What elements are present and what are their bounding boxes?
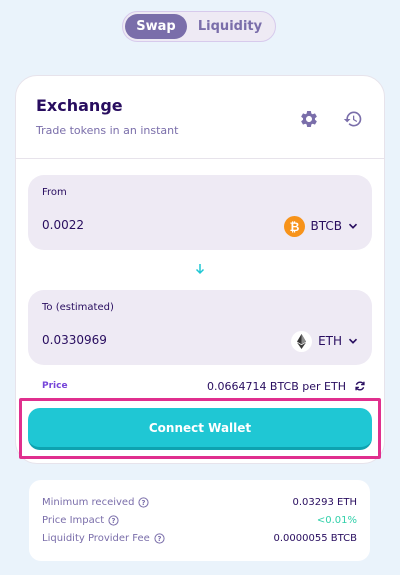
switch-direction-button[interactable] bbox=[194, 262, 206, 276]
from-label: From bbox=[42, 187, 67, 198]
detail-value: <0.01% bbox=[316, 514, 357, 526]
detail-label: Minimum received bbox=[42, 496, 135, 508]
from-token-select[interactable]: ₿ BTCB bbox=[283, 215, 358, 237]
card-subtitle: Trade tokens in an instant bbox=[36, 124, 179, 137]
exchange-card: Exchange Trade tokens in an instant From… bbox=[15, 75, 385, 464]
from-amount-input[interactable]: 0.0022 bbox=[42, 218, 84, 232]
question-icon[interactable]: ? bbox=[154, 532, 165, 544]
history-icon bbox=[343, 111, 362, 127]
from-token-name: BTCB bbox=[310, 219, 342, 233]
from-panel: From 0.0022 ₿ BTCB bbox=[28, 175, 372, 250]
detail-row-lp-fee: Liquidity Provider Fee ? 0.0000055 BTCB bbox=[42, 530, 357, 546]
card-title: Exchange bbox=[36, 96, 123, 115]
history-button[interactable] bbox=[342, 108, 364, 130]
tab-swap[interactable]: Swap bbox=[125, 14, 187, 39]
to-label: To (estimated) bbox=[42, 302, 114, 313]
price-label: Price bbox=[42, 381, 68, 391]
gear-icon bbox=[301, 111, 317, 127]
detail-label: Liquidity Provider Fee bbox=[42, 532, 150, 544]
detail-row-minimum-received: Minimum received ? 0.03293 ETH bbox=[42, 494, 357, 510]
detail-value: 0.03293 ETH bbox=[292, 496, 357, 508]
to-token-select[interactable]: ETH bbox=[291, 330, 358, 352]
detail-row-price-impact: Price Impact ? <0.01% bbox=[42, 512, 357, 528]
to-amount-input[interactable]: 0.0330969 bbox=[42, 333, 107, 347]
card-header: Exchange Trade tokens in an instant bbox=[16, 76, 384, 159]
svg-text:?: ? bbox=[112, 517, 116, 525]
price-value: 0.0664714 BTCB per ETH bbox=[206, 379, 346, 393]
chevron-down-icon bbox=[348, 223, 358, 229]
chevron-down-icon bbox=[348, 338, 358, 344]
trade-details-card: Minimum received ? 0.03293 ETH Price Imp… bbox=[29, 480, 370, 561]
svg-text:?: ? bbox=[157, 535, 161, 543]
swap-liquidity-toggle: Swap Liquidity bbox=[122, 11, 276, 42]
svg-text:₿: ₿ bbox=[289, 220, 299, 234]
svg-text:?: ? bbox=[142, 499, 146, 507]
to-token-name: ETH bbox=[318, 334, 342, 348]
question-icon[interactable]: ? bbox=[108, 514, 119, 526]
question-icon[interactable]: ? bbox=[138, 496, 150, 508]
settings-button[interactable] bbox=[298, 108, 320, 130]
btcb-icon: ₿ bbox=[283, 215, 305, 237]
detail-label: Price Impact bbox=[42, 514, 105, 526]
eth-icon bbox=[291, 330, 313, 352]
to-panel: To (estimated) 0.0330969 ETH bbox=[28, 290, 372, 365]
price-row: Price 0.0664714 BTCB per ETH bbox=[28, 378, 372, 394]
arrow-down-icon bbox=[195, 264, 205, 275]
tab-liquidity[interactable]: Liquidity bbox=[187, 14, 273, 39]
detail-value: 0.0000055 BTCB bbox=[273, 532, 357, 544]
refresh-icon[interactable] bbox=[354, 380, 366, 392]
connect-wallet-button[interactable]: Connect Wallet bbox=[28, 408, 372, 450]
